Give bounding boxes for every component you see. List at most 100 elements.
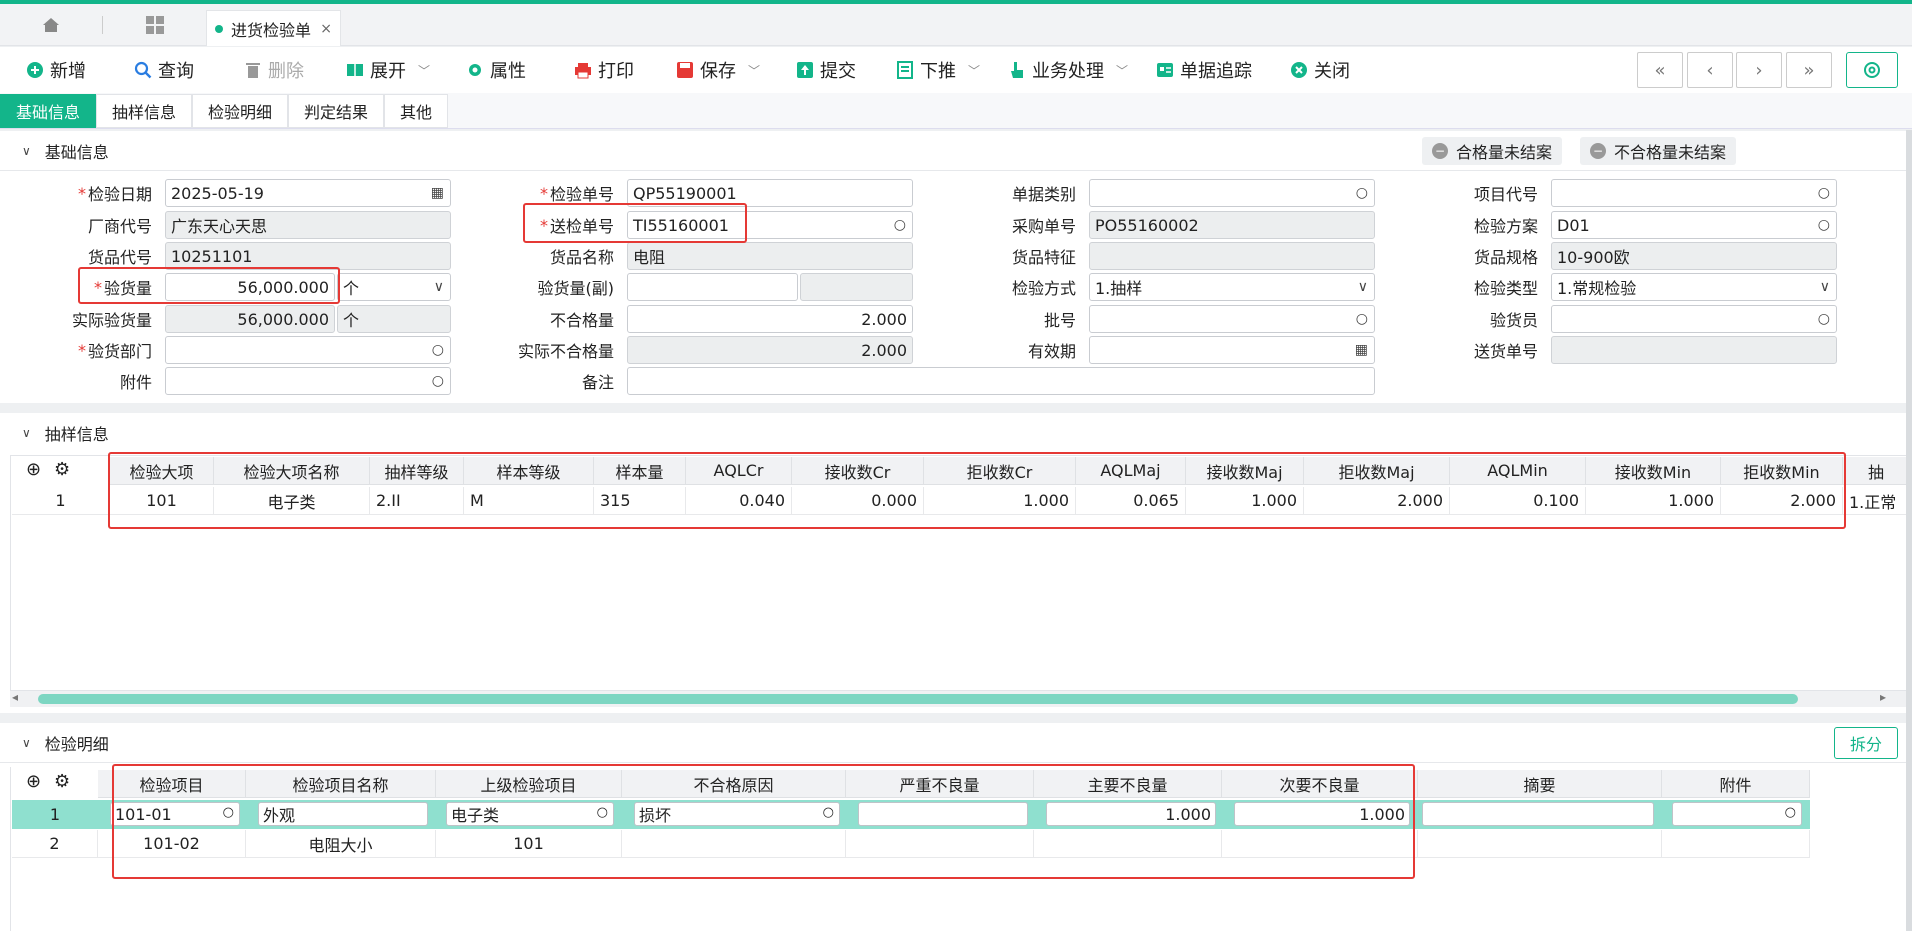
sampling-header-cell[interactable]: 抽: [1843, 457, 1910, 485]
vendor-field[interactable]: 广东天心天思: [165, 211, 451, 239]
actual-unit-field[interactable]: 个: [337, 305, 451, 333]
ng-qty-field[interactable]: 2.000: [627, 305, 913, 333]
inspector-field[interactable]: ○: [1551, 305, 1837, 333]
expand-button[interactable]: 展开 ﹀: [346, 47, 430, 93]
apps-grid-icon[interactable]: [134, 4, 176, 46]
first-record-button[interactable]: «: [1637, 52, 1683, 88]
unit-select[interactable]: 个 ∨: [337, 273, 451, 301]
properties-label: 属性: [490, 61, 526, 82]
table-cell[interactable]: [1662, 830, 1810, 858]
query-button[interactable]: 查询: [134, 47, 194, 93]
expiry-field[interactable]: ▦: [1089, 336, 1375, 364]
close-circle-icon: [1290, 61, 1308, 79]
toolbar: 新增 查询 删除 展开 ﹀ 属性 打印 保存 ﹀ 提交 下推 ﹀ 业务处理 ﹀ 单据追踪…: [0, 47, 1912, 93]
summary-input[interactable]: [1422, 802, 1654, 826]
doc-type-field[interactable]: ○: [1089, 179, 1375, 207]
method-select[interactable]: 1.抽样 ∨: [1089, 273, 1375, 301]
detail-header-cell[interactable]: 附件: [1662, 770, 1810, 798]
upload-icon: [796, 61, 814, 79]
qty2-field[interactable]: [627, 273, 798, 301]
next-record-button[interactable]: ›: [1736, 52, 1782, 88]
pass-unclosed-toggle[interactable]: − 合格量未结案: [1422, 137, 1563, 165]
submit-button[interactable]: 提交: [796, 47, 856, 93]
po-field[interactable]: PO55160002: [1089, 211, 1375, 239]
delete-button[interactable]: 删除: [244, 47, 304, 93]
close-button[interactable]: 关闭: [1290, 47, 1350, 93]
vertical-scrollbar[interactable]: [1906, 130, 1912, 931]
divider: [102, 16, 103, 34]
search-icon[interactable]: ○: [1356, 311, 1368, 327]
type-label: 检验类型: [1473, 279, 1538, 298]
business-button[interactable]: 业务处理 ﹀: [1008, 47, 1128, 93]
calendar-icon[interactable]: ▦: [431, 185, 444, 201]
grid-settings-icon[interactable]: ⚙: [54, 771, 70, 792]
new-button[interactable]: 新增: [26, 47, 86, 93]
save-button[interactable]: 保存 ﹀: [676, 47, 760, 93]
printer-icon: [574, 61, 592, 79]
ng-qty-label: 不合格量: [549, 311, 614, 330]
add-row-icon[interactable]: ⊕: [26, 771, 41, 792]
tab-judgment-result[interactable]: 判定结果: [288, 94, 384, 128]
date-field[interactable]: 2025-05-19 ▦: [165, 179, 451, 207]
print-button[interactable]: 打印: [574, 47, 634, 93]
horizontal-scrollbar[interactable]: ◂ ▸: [10, 690, 1910, 707]
tab-other[interactable]: 其他: [384, 94, 448, 128]
detail-header-cell[interactable]: 摘要: [1418, 770, 1662, 798]
grid-settings-icon[interactable]: ⚙: [54, 459, 70, 480]
item-name-field[interactable]: 电阻: [627, 242, 913, 270]
attachment-input[interactable]: ○: [1672, 802, 1802, 826]
push-down-button[interactable]: 下推 ﹀: [896, 47, 980, 93]
row-number: 1: [49, 804, 61, 824]
qty2-unit-field[interactable]: [800, 273, 913, 301]
table-cell[interactable]: [1418, 830, 1662, 858]
scroll-right-icon[interactable]: ▸: [1880, 690, 1886, 704]
sampling-header[interactable]: ∨ 抽样信息: [0, 413, 1912, 453]
plan-field[interactable]: D01 ○: [1551, 211, 1837, 239]
gear-icon: [466, 61, 484, 79]
actual-qty-field[interactable]: 56,000.000: [165, 305, 335, 333]
last-record-button[interactable]: »: [1786, 52, 1832, 88]
search-icon[interactable]: ○: [432, 373, 444, 389]
scroll-left-icon[interactable]: ◂: [12, 690, 18, 704]
project-label: 项目代号: [1473, 185, 1538, 204]
prev-record-button[interactable]: ‹: [1687, 52, 1733, 88]
spec-field[interactable]: 10-900欧: [1551, 242, 1837, 270]
search-icon[interactable]: ○: [1785, 805, 1796, 820]
search-icon[interactable]: ○: [1818, 217, 1830, 233]
search-icon[interactable]: ○: [894, 217, 906, 233]
remark-field[interactable]: [627, 367, 1375, 395]
table-cell[interactable]: 1.正常: [1843, 487, 1910, 515]
tab-basic-info[interactable]: 基础信息: [0, 94, 96, 128]
search-icon[interactable]: ○: [1356, 185, 1368, 201]
tab-sampling-info[interactable]: 抽样信息: [96, 94, 192, 128]
detail-header[interactable]: ∨ 检验明细: [0, 723, 1912, 763]
add-row-icon[interactable]: ⊕: [26, 459, 41, 480]
settings-button[interactable]: [1846, 52, 1898, 88]
dept-field[interactable]: ○: [165, 336, 451, 364]
properties-button[interactable]: 属性: [466, 47, 526, 93]
home-icon[interactable]: [30, 4, 72, 46]
scrollbar-thumb[interactable]: [38, 694, 1798, 704]
close-tab-icon[interactable]: ×: [320, 21, 332, 37]
type-select[interactable]: 1.常规检验 ∨: [1551, 273, 1837, 301]
actual-ng-field[interactable]: 2.000: [627, 336, 913, 364]
tab-inspection-detail[interactable]: 检验明细: [192, 94, 288, 128]
tab-document[interactable]: 进货检验单 ×: [206, 10, 341, 46]
search-icon[interactable]: ○: [432, 342, 444, 358]
attachment-field[interactable]: ○: [165, 367, 451, 395]
split-button[interactable]: 拆分: [1834, 727, 1898, 759]
delivery-field[interactable]: [1551, 336, 1837, 364]
feature-field[interactable]: [1089, 242, 1375, 270]
item-name-label: 货品名称: [549, 248, 614, 267]
calendar-icon[interactable]: ▦: [1355, 342, 1368, 358]
search-icon[interactable]: ○: [1818, 311, 1830, 327]
item-code-field[interactable]: 10251101: [165, 242, 451, 270]
search-icon: [134, 61, 152, 79]
expiry-label: 有效期: [1027, 342, 1076, 361]
project-field[interactable]: ○: [1551, 179, 1837, 207]
trace-button[interactable]: 单据追踪: [1156, 47, 1252, 93]
search-icon[interactable]: ○: [1818, 185, 1830, 201]
print-label: 打印: [598, 61, 634, 82]
fail-unclosed-toggle[interactable]: − 不合格量未结案: [1580, 137, 1737, 165]
batch-field[interactable]: ○: [1089, 305, 1375, 333]
